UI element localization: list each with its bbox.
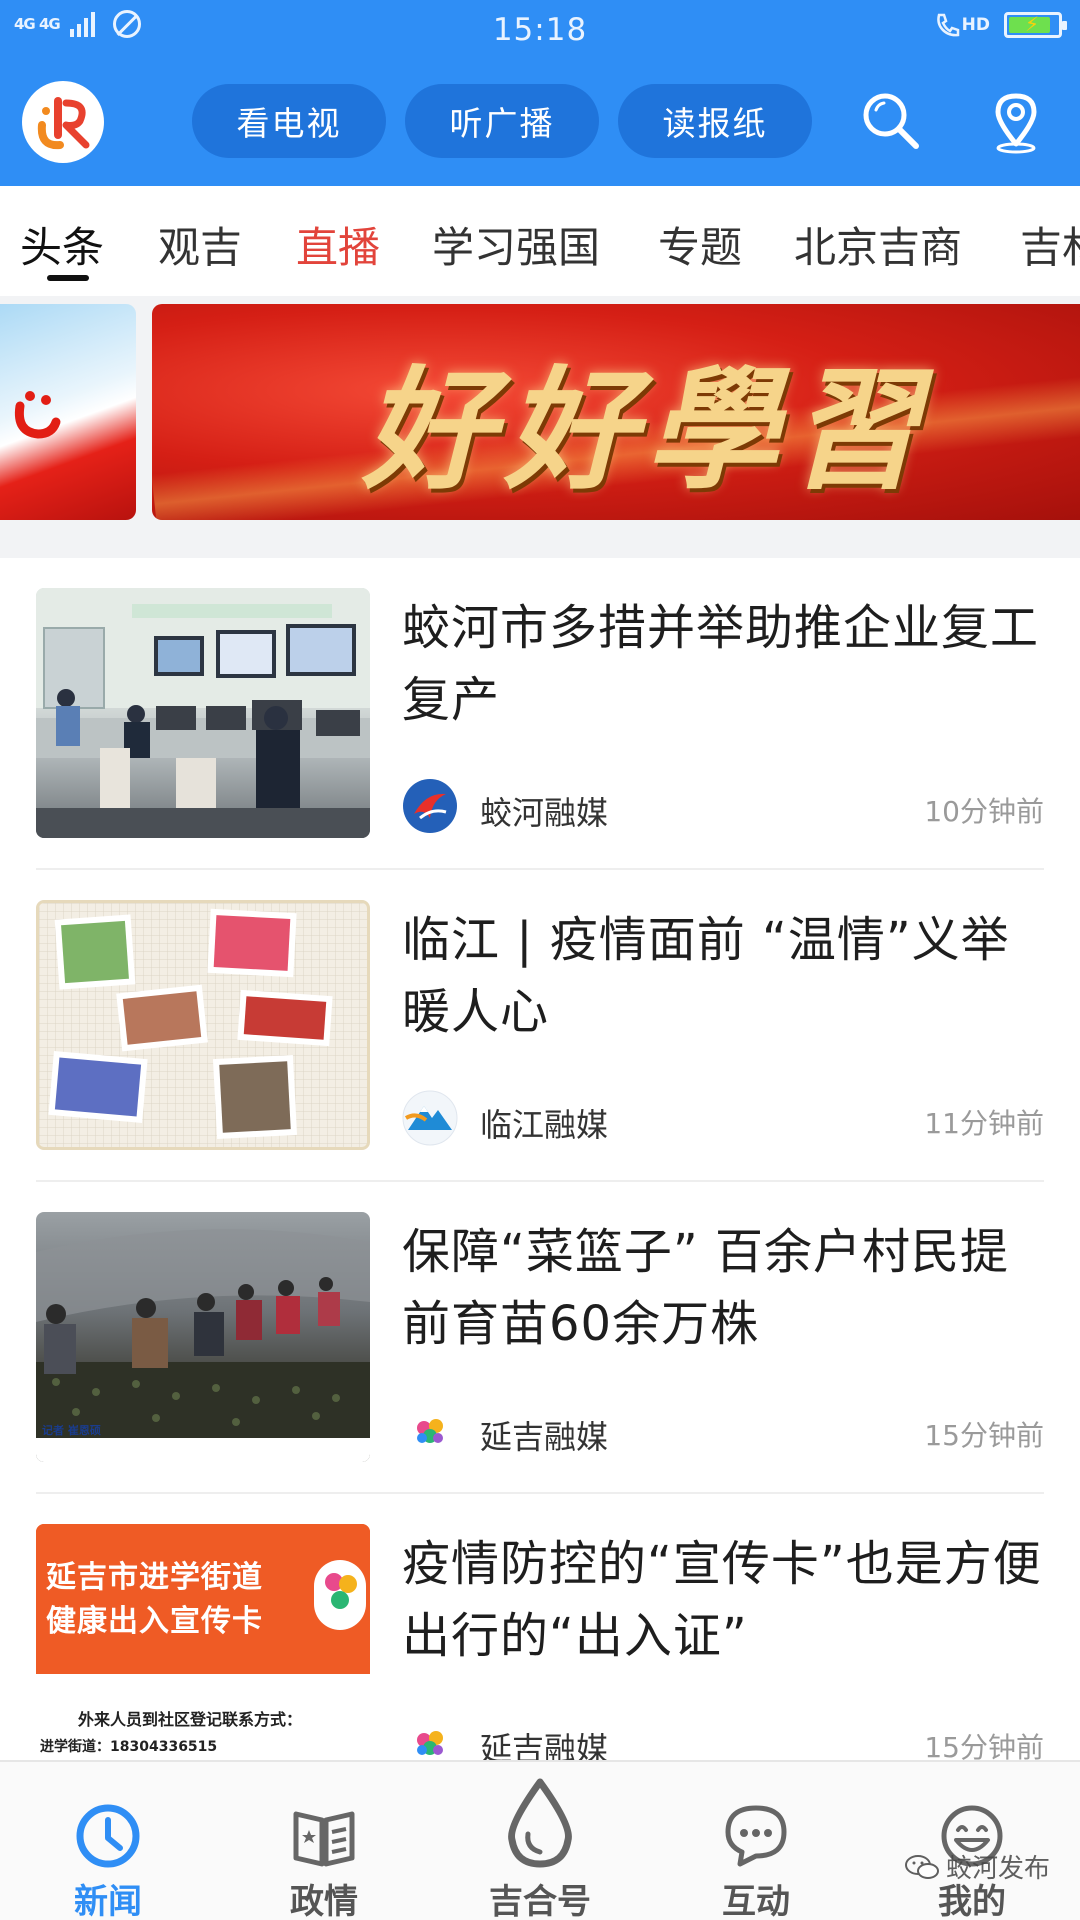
nav-label: 互动 (722, 1882, 790, 1920)
news-title[interactable]: 保障“菜篮子” 百余户村民提前育苗60余万株 (402, 1216, 1042, 1360)
wechat-icon (904, 1854, 939, 1879)
watch-tv-button[interactable]: 看电视 (192, 84, 386, 158)
app-header: 看电视 听广播 读报纸 (0, 60, 1080, 186)
banner-carousel[interactable]: 好好學習 (0, 296, 1080, 558)
banner-slide-previous[interactable] (0, 304, 136, 520)
news-title[interactable]: 疫情防控的“宣传卡”也是方便出行的“出入证” (402, 1528, 1042, 1672)
card-line-3: 外来人员到社区登记联系方式： (78, 1710, 303, 1729)
nav-mine[interactable]: 我的 (864, 1762, 1080, 1920)
source-name[interactable]: 延吉融媒 (480, 1412, 608, 1458)
book-icon (293, 1811, 355, 1867)
tab-live[interactable]: 直播 (296, 214, 380, 275)
drop-icon (508, 1778, 572, 1868)
listen-radio-button[interactable]: 听广播 (405, 84, 599, 158)
source-avatar[interactable] (402, 1090, 458, 1146)
charging-bolt-icon: ⚡ (1025, 12, 1040, 36)
clock-icon (76, 1804, 140, 1868)
card-line-1: 延吉市进学街道 (46, 1560, 263, 1595)
publish-time: 15分钟前 (924, 1731, 1044, 1760)
location-pin-icon[interactable] (982, 86, 1052, 156)
status-right: HD ⚡ (934, 12, 1067, 38)
news-meta: 临江融媒 11分钟前 (402, 1088, 1044, 1148)
hd-label: HD (961, 15, 990, 35)
news-item[interactable]: 记者 崔恩硕 保障“菜篮子” 百余户村民提前育苗60余万株 延吉融媒 15分钟前 (36, 1182, 1044, 1494)
nav-label: 吉合号 (489, 1882, 591, 1920)
status-time: 15:18 (492, 12, 588, 48)
nav-label: 政情 (290, 1882, 358, 1920)
news-meta: 延吉融媒 15分钟前 (402, 1712, 1044, 1760)
banner-calligraphy-text: 好好學習 (362, 353, 930, 508)
news-thumbnail[interactable]: 延吉市进学街道 健康出入宣传卡 外来人员到社区登记联系方式： 进学街道：1830… (36, 1524, 370, 1760)
card-line-4: 进学街道：18304336515 (40, 1739, 218, 1755)
tab-study[interactable]: 学习强国 (432, 214, 600, 275)
read-newspaper-button[interactable]: 读报纸 (618, 84, 812, 158)
jr-logo-icon (37, 97, 90, 150)
source-avatar[interactable] (402, 1402, 458, 1458)
banner-slide-current[interactable]: 好好學習 (152, 304, 1080, 520)
news-title[interactable]: 蛟河市多措并举助推企业复工复产 (402, 592, 1042, 736)
news-item[interactable]: 临江 | 疫情面前 “温情”义举暖人心 临江融媒 11分钟前 (36, 870, 1044, 1182)
news-item[interactable]: 延吉市进学街道 健康出入宣传卡 外来人员到社区登记联系方式： 进学街道：1830… (36, 1494, 1044, 1760)
tab-jilin[interactable]: 吉林 (1020, 214, 1080, 275)
publish-time: 15分钟前 (924, 1419, 1044, 1452)
publish-time: 10分钟前 (924, 795, 1044, 828)
news-title[interactable]: 临江 | 疫情面前 “温情”义举暖人心 (402, 904, 1042, 1048)
active-tab-indicator (47, 275, 89, 281)
search-icon[interactable] (856, 86, 926, 156)
volte-call-icon: HD (934, 12, 990, 38)
source-name[interactable]: 延吉融媒 (480, 1724, 608, 1760)
news-thumbnail[interactable] (36, 588, 370, 838)
channel-tabs: 头条 观吉 直播 学习强国 专题 北京吉商 吉林 (0, 186, 1080, 296)
publish-time: 11分钟前 (924, 1107, 1044, 1140)
news-item[interactable]: 蛟河市多措并举助推企业复工复产 蛟河融媒 10分钟前 (36, 558, 1044, 870)
news-thumbnail[interactable] (36, 900, 370, 1150)
chat-icon (725, 1805, 787, 1867)
nav-label: 新闻 (74, 1882, 142, 1920)
news-feed: 蛟河市多措并举助推企业复工复产 蛟河融媒 10分钟前 临江 | 疫情面前 “温情 (0, 558, 1080, 1760)
source-name[interactable]: 蛟河融媒 (480, 788, 608, 834)
card-line-2: 健康出入宣传卡 (46, 1604, 263, 1639)
nav-government[interactable]: 政情 (216, 1762, 432, 1920)
tab-topics[interactable]: 专题 (658, 214, 742, 275)
watermark: 蛟河发布 (904, 1848, 1050, 1885)
tab-guanji[interactable]: 观吉 (158, 214, 242, 275)
source-name[interactable]: 临江融媒 (480, 1100, 608, 1146)
tab-headlines[interactable]: 头条 (20, 214, 104, 275)
app-logo[interactable] (22, 81, 104, 163)
nav-jihehao[interactable]: 吉合号 (432, 1762, 648, 1920)
watermark-text: 蛟河发布 (945, 1854, 1050, 1884)
tab-beijing-jishang[interactable]: 北京吉商 (794, 214, 962, 275)
news-meta: 延吉融媒 15分钟前 (402, 1400, 1044, 1460)
news-thumbnail[interactable]: 记者 崔恩硕 (36, 1212, 370, 1462)
status-bar: 4G 4G 15:18 HD ⚡ (0, 0, 1080, 60)
nav-interaction[interactable]: 互动 (648, 1762, 864, 1920)
news-meta: 蛟河融媒 10分钟前 (402, 776, 1044, 836)
bottom-navigation: 新闻 政情 吉合号 互动 我的 (0, 1760, 1080, 1920)
battery-icon: ⚡ (1004, 12, 1067, 38)
thumbnail-caption: 记者 崔恩硕 (42, 1424, 101, 1437)
source-avatar[interactable] (402, 778, 458, 834)
card-logo (314, 1560, 366, 1630)
nav-news[interactable]: 新闻 (0, 1762, 216, 1920)
source-avatar[interactable] (402, 1714, 458, 1760)
